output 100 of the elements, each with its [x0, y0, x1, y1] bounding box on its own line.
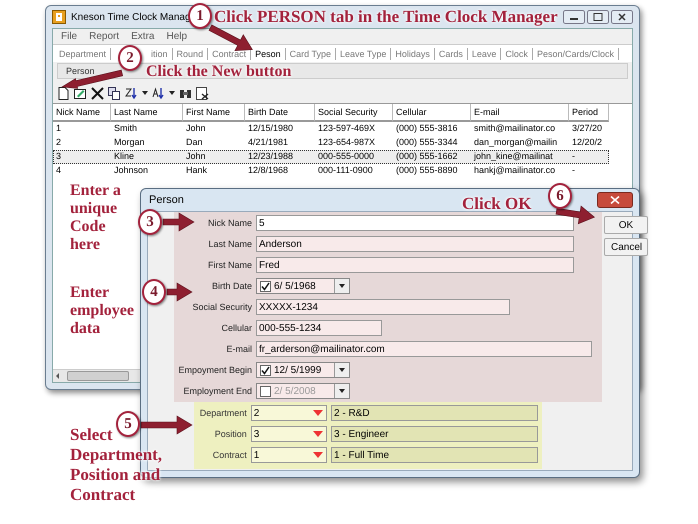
menu-item[interactable]: Help — [166, 31, 188, 42]
date-value: 2/ 5/2008 — [274, 386, 317, 396]
ok-button[interactable]: OK — [604, 216, 648, 234]
tab[interactable]: ition — [147, 48, 173, 60]
edit-icon[interactable] — [74, 86, 87, 100]
dropdown-caret-icon[interactable] — [339, 284, 345, 288]
input-field[interactable]: fr_arderson@mailinator.com — [256, 341, 592, 357]
dropdown-field[interactable]: 3 — [250, 426, 328, 442]
menu-item[interactable]: Extra — [131, 31, 154, 42]
tab[interactable]: Department — [55, 48, 112, 60]
menu-item[interactable]: Report — [89, 31, 120, 42]
input-field[interactable]: XXXXX-1234 — [256, 299, 510, 315]
table-cell-text: 123-654-987X — [317, 136, 376, 149]
app-icon — [52, 10, 66, 24]
annotation-text: Click the New button — [146, 63, 292, 81]
table-row[interactable]: 4 Johnson Hank 12/8/1968 000-111-0900 (000) 555-8890 hankj@mailinator.co - — [53, 164, 609, 178]
column-header[interactable]: Period — [569, 104, 609, 122]
table-cell-text: hankj@mailinator.co — [473, 164, 556, 177]
table-cell-text: 12/23/1988 — [247, 150, 294, 163]
field-label: Cellular — [220, 323, 252, 333]
column-header[interactable]: Last Name — [111, 104, 183, 122]
table-cell-text: (000) 555-3816 — [395, 122, 459, 135]
maximize-icon[interactable] — [587, 10, 609, 24]
column-header[interactable]: Nick Name — [53, 104, 111, 122]
table-cell-text: Johnson — [113, 164, 150, 177]
scrollbar-thumb[interactable] — [67, 371, 129, 381]
column-header[interactable]: Birth Date — [245, 104, 315, 122]
dropdown-value: 2 — [254, 408, 260, 418]
annotation-text: Click PERSON tab in the Time Clock Manager — [214, 7, 558, 27]
field-label: Department — [198, 408, 247, 418]
table-cell-text: 2 — [55, 136, 62, 149]
close-button[interactable] — [597, 192, 633, 208]
input-field[interactable]: Anderson — [256, 236, 574, 252]
caret-icon[interactable] — [169, 91, 175, 95]
dropdown-field[interactable]: 1 — [250, 447, 328, 463]
tab[interactable]: Person — [62, 65, 99, 77]
table-cell-text: John — [185, 150, 207, 163]
input-field[interactable]: Fred — [256, 257, 574, 273]
input-field[interactable]: 5 — [256, 215, 574, 231]
tab[interactable]: Leave Type — [336, 48, 392, 60]
checkbox[interactable] — [260, 386, 271, 396]
tab[interactable]: Cards — [434, 48, 468, 60]
annotation-text: Click OK — [462, 195, 532, 212]
date-value: 12/ 5/1999 — [274, 364, 322, 376]
table-row[interactable]: 3 Kline John 12/23/1988 000-555-0000 (000) 555-1662 john_kine@mailinat - — [53, 150, 609, 164]
table-cell-text: 000-111-0900 — [317, 164, 374, 177]
close-icon[interactable] — [611, 10, 633, 24]
copy-icon[interactable] — [108, 86, 121, 100]
field-label: Social Security — [191, 302, 252, 312]
date-picker[interactable]: 6/ 5/1968 — [256, 278, 350, 294]
dropdown-value: 1 — [254, 450, 260, 460]
new-document-icon[interactable] — [57, 86, 70, 100]
checkbox[interactable] — [260, 364, 271, 376]
export-icon[interactable] — [196, 86, 209, 100]
dialog-title: Person — [149, 194, 184, 206]
field-label: Contract — [212, 450, 247, 460]
column-header[interactable]: First Name — [183, 104, 245, 122]
field-label: E-mail — [225, 344, 252, 354]
column-header[interactable]: Cellular — [393, 104, 471, 122]
date-picker[interactable]: 12/ 5/1999 — [256, 362, 350, 378]
table-cell-text: 12/15/1980 — [247, 122, 294, 135]
field-label: First Name — [206, 260, 252, 270]
tab[interactable]: Holidays — [391, 48, 435, 60]
table-cell-text: 4 — [55, 164, 62, 177]
tab[interactable]: Round — [172, 48, 208, 60]
caret-icon[interactable] — [142, 91, 148, 95]
table-cell-text: 000-555-0000 — [317, 150, 376, 163]
pointer-arrow — [208, 24, 252, 52]
minimize-icon[interactable] — [563, 10, 585, 24]
tab[interactable]: Clock — [501, 48, 533, 60]
pointer-arrow — [555, 205, 595, 224]
cancel-button[interactable]: Cancel — [604, 238, 648, 256]
table-cell-text: Kline — [113, 150, 136, 163]
tab[interactable]: Leave — [468, 48, 502, 60]
pointer-arrow — [61, 70, 124, 89]
delete-icon[interactable] — [91, 86, 104, 100]
column-header[interactable]: E-mail — [471, 104, 569, 122]
sort-icon[interactable] — [152, 86, 165, 100]
tab[interactable]: Card Type — [286, 48, 336, 60]
sort-icon[interactable] — [125, 86, 138, 100]
table-cell-text: 4/21/1981 — [247, 136, 290, 149]
table-row[interactable]: 1 Smith John 12/15/1980 123-597-469X (000) 555-3816 smith@mailinator.co 3/27/20 — [53, 122, 609, 136]
date-value: 6/ 5/1968 — [274, 280, 317, 292]
table-cell-text: 12/8/1968 — [247, 164, 290, 177]
field-label: Position — [214, 429, 247, 439]
table-cell-text: Dan — [185, 136, 204, 149]
menu-item[interactable]: File — [61, 31, 78, 42]
table-cell-text: Smith — [113, 122, 138, 135]
input-field[interactable]: 000-555-1234 — [256, 320, 382, 336]
table-cell-text: smith@mailinator.co — [473, 122, 556, 135]
description-field: 1 - Full Time — [331, 447, 538, 463]
check-icon — [261, 282, 270, 290]
table-row[interactable]: 2 Morgan Dan 4/21/1981 123-654-987X (000) 555-3344 dan_morgan@mailin 12/20/2 — [53, 136, 609, 150]
table-cell-text: (000) 555-3344 — [395, 136, 459, 149]
table-cell-text: John — [185, 122, 207, 135]
column-header[interactable]: Social Security — [315, 104, 393, 122]
tab[interactable]: Peson/Cards/Clock — [532, 48, 619, 60]
checkbox[interactable] — [260, 280, 271, 292]
table-cell-text: Morgan — [113, 136, 146, 149]
dropdown-field[interactable]: 2 — [250, 405, 328, 421]
